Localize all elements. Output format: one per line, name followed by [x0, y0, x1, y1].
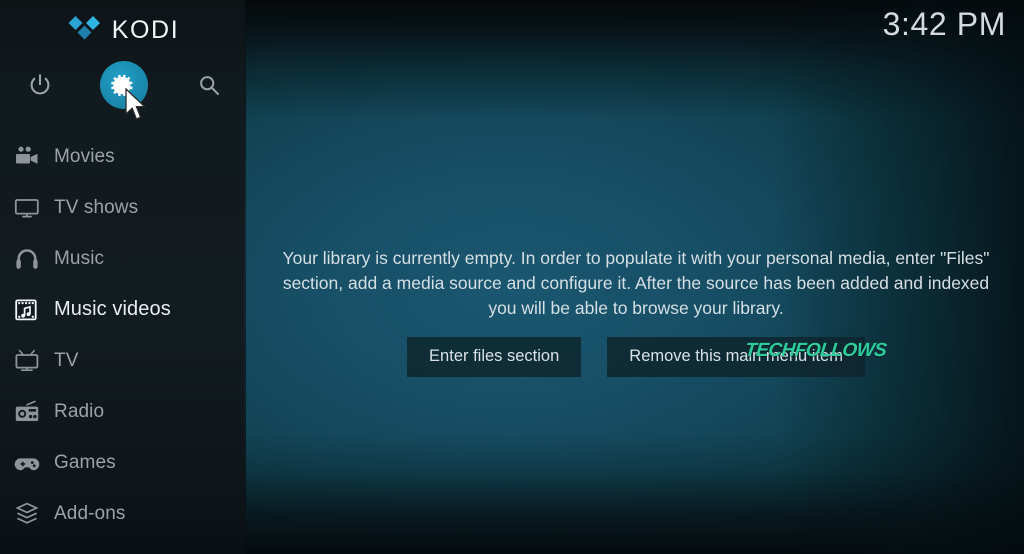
- music-film-icon: [14, 297, 40, 323]
- app-logo: KODI: [0, 13, 246, 47]
- sidebar-item-add-ons[interactable]: Add-ons: [0, 488, 246, 539]
- empty-library-message: Your library is currently empty. In orde…: [282, 248, 990, 318]
- kodi-logo-icon: [67, 15, 101, 45]
- sidebar-item-label: TV: [54, 349, 79, 371]
- sidebar-item-tv-shows[interactable]: TV shows: [0, 182, 246, 233]
- headphones-icon: [14, 246, 40, 272]
- sidebar-item-music-videos[interactable]: Music videos: [0, 284, 246, 335]
- sidebar-item-label: Music: [54, 247, 105, 269]
- television-icon: [14, 195, 40, 221]
- radio-icon: [14, 399, 40, 425]
- addons-box-icon: [14, 501, 40, 527]
- power-icon[interactable]: [16, 61, 64, 109]
- sidebar-item-label: Music videos: [54, 298, 171, 320]
- gamepad-icon: [14, 450, 40, 476]
- sidebar-item-movies[interactable]: Movies: [0, 131, 246, 182]
- kodi-home-screen: KODI Movies TV shows Music Music videos …: [0, 0, 1024, 554]
- sidebar-item-label: Add-ons: [54, 502, 126, 524]
- sidebar-item-tv[interactable]: TV: [0, 335, 246, 386]
- sidebar-divider: [244, 0, 246, 554]
- search-icon[interactable]: [185, 61, 233, 109]
- sidebar-item-label: Games: [54, 451, 116, 473]
- retro-tv-icon: [15, 349, 39, 371]
- remove-main-menu-item-button[interactable]: Remove this main menu item: [607, 337, 865, 377]
- enter-files-section-button[interactable]: Enter files section: [407, 337, 582, 377]
- sidebar: KODI Movies TV shows Music Music videos …: [0, 0, 246, 554]
- empty-library-panel: Your library is currently empty. In orde…: [260, 246, 1012, 377]
- sidebar-item-music[interactable]: Music: [0, 233, 246, 284]
- sidebar-item-label: TV shows: [54, 196, 139, 218]
- app-title: KODI: [111, 16, 180, 44]
- sidebar-item-label: Movies: [54, 145, 115, 167]
- clock: 3:42 PM: [882, 6, 1006, 42]
- sidebar-item-games[interactable]: Games: [0, 437, 246, 488]
- gear-icon[interactable]: [100, 61, 148, 109]
- sidebar-item-label: Radio: [54, 400, 105, 422]
- sidebar-item-pictures[interactable]: Pictures: [0, 539, 246, 554]
- empty-library-actions: Enter files section Remove this main men…: [260, 337, 1012, 377]
- main-menu: Movies TV shows Music Music videos TV Ra…: [0, 131, 246, 554]
- sidebar-item-radio[interactable]: Radio: [0, 386, 246, 437]
- movie-camera-icon: [14, 144, 40, 170]
